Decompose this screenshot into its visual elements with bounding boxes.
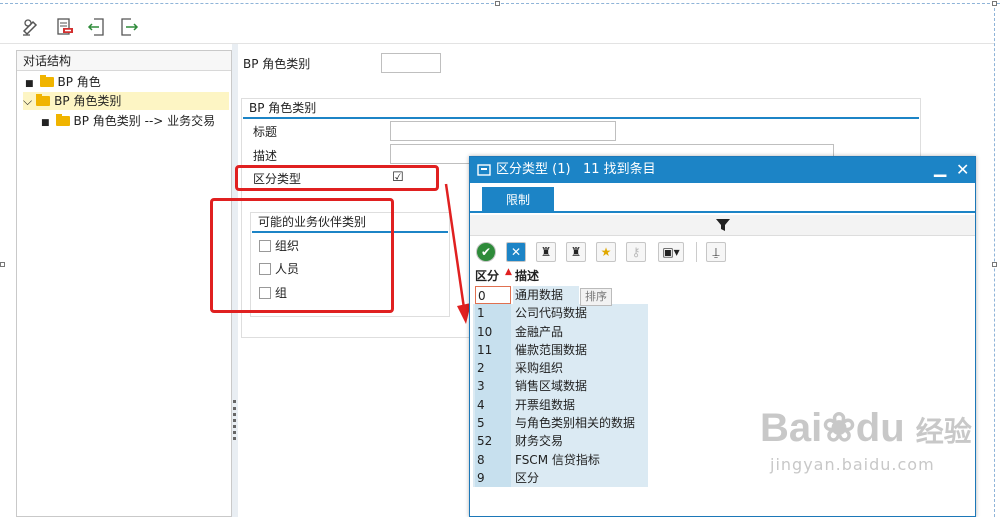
bp-role-category-input[interactable] <box>381 53 441 73</box>
resize-handle[interactable] <box>0 262 5 267</box>
folder-icon <box>39 75 54 87</box>
row-description: 通用数据 <box>513 286 579 305</box>
column-header-description[interactable]: 描述 <box>515 266 539 286</box>
role-category-group-title: BP 角色类别 <box>249 101 317 115</box>
tree-item-label: BP 角色类别 --> 业务交易 <box>73 114 216 128</box>
dialog-title-bar: 区分类型 (1) 11 找到条目 ▁ ✕ <box>470 157 975 183</box>
bp-role-category-label: BP 角色类别 <box>243 57 311 71</box>
dialog-title: 区分类型 (1) 11 找到条目 <box>496 162 656 177</box>
baidu-watermark: Bai❀du 经验 jingyan.baidu.com <box>760 405 980 495</box>
key-icon[interactable]: ⚷ <box>626 242 646 262</box>
dialog-structure-header: 对话结构 <box>17 51 231 71</box>
cancel-icon[interactable]: ✕ <box>506 242 526 262</box>
row-description: 金融产品 <box>515 324 564 339</box>
add-favorite-icon[interactable]: ★ <box>596 242 616 262</box>
row-code: 9 <box>475 468 511 488</box>
row-description: 催款范围数据 <box>515 342 588 357</box>
column-header-code[interactable]: 区分 <box>475 266 499 286</box>
result-list: 区分 ▲ 描述 0 通用数据 1 公司代码数据 10 金融产品 11 催款范围数据 2采… <box>473 266 648 488</box>
table-row[interactable]: 8 FSCM 信贷指标 <box>473 450 648 469</box>
table-row[interactable]: 3 销售区域数据 <box>473 377 648 396</box>
watermark-brand: Bai <box>760 406 823 450</box>
highlight-box-partner-categories <box>210 198 394 313</box>
dialog-tab-strip: 限制 <box>470 183 975 213</box>
splitter-grip-icon[interactable] <box>233 400 236 440</box>
chevron-down-icon[interactable]: ⌵ <box>23 94 32 108</box>
application-toolbar <box>0 6 994 44</box>
find-icon[interactable]: ♜ <box>536 242 556 262</box>
watermark-brand2: du <box>855 406 905 450</box>
row-description: 开票组数据 <box>515 397 576 412</box>
row-code: 11 <box>475 340 511 360</box>
tab-restrictions[interactable]: 限制 <box>482 187 554 213</box>
folder-icon <box>55 114 70 126</box>
paw-icon: ❀ <box>822 406 856 450</box>
table-row[interactable]: 1 公司代码数据 <box>473 304 648 323</box>
next-icon[interactable] <box>118 16 140 38</box>
filter-icon[interactable] <box>715 217 731 233</box>
row-description: FSCM 信贷指标 <box>515 452 600 467</box>
table-row[interactable]: 52 财务交易 <box>473 432 648 451</box>
row-code: 2 <box>475 359 511 378</box>
row-description: 区分 <box>515 470 540 485</box>
display-change-icon[interactable] <box>20 16 42 38</box>
row-code: 3 <box>475 377 511 396</box>
find-next-icon[interactable]: ♜ <box>566 242 586 262</box>
row-code: 8 <box>475 450 511 469</box>
pin-icon[interactable]: ⍊ <box>706 242 726 262</box>
restriction-toggle[interactable] <box>470 215 975 235</box>
row-code: 0 <box>475 286 511 305</box>
dialog-structure-panel: 对话结构 ■ BP 角色 ⌵ BP 角色类别 ■ BP 角色类别 --> 业务交易 <box>16 50 232 517</box>
minimize-icon[interactable]: ▁ <box>934 155 946 181</box>
folder-open-icon <box>36 94 51 106</box>
watermark-cn: 经验 <box>915 416 972 447</box>
table-row[interactable]: 2 采购组织 <box>473 359 648 378</box>
result-list-header: 区分 ▲ 描述 <box>473 266 648 286</box>
tree-item-label: BP 角色类别 <box>54 94 122 108</box>
sort-indicator-icon: ▲ <box>505 267 512 277</box>
table-row[interactable]: 0 通用数据 <box>473 286 648 305</box>
table-row[interactable]: 11 催款范围数据 <box>473 340 648 360</box>
previous-icon[interactable] <box>86 16 108 38</box>
resize-handle[interactable] <box>992 262 997 267</box>
row-description: 采购组织 <box>515 361 564 376</box>
row-code: 4 <box>475 395 511 415</box>
close-icon[interactable]: ✕ <box>956 157 969 183</box>
delete-icon[interactable] <box>54 16 76 38</box>
row-description: 销售区域数据 <box>515 379 588 394</box>
row-description: 公司代码数据 <box>515 306 588 321</box>
row-code: 10 <box>475 322 511 341</box>
bullet-icon: ■ <box>25 79 34 89</box>
description-label: 描述 <box>253 149 278 163</box>
table-row[interactable]: 9 区分 <box>473 468 648 488</box>
row-code: 1 <box>475 304 511 323</box>
tree-item-bp-role-category-transactions[interactable]: ■ BP 角色类别 --> 业务交易 <box>41 112 215 130</box>
row-description: 财务交易 <box>515 434 564 449</box>
frame-right-border <box>994 3 995 517</box>
frame-top-border <box>0 3 1000 4</box>
tree-item-bp-role-category[interactable]: ⌵ BP 角色类别 <box>23 92 229 110</box>
row-description: 与角色类别相关的数据 <box>515 416 636 431</box>
title-label: 标题 <box>253 125 278 139</box>
confirm-icon[interactable]: ✔ <box>476 242 496 262</box>
title-input[interactable] <box>390 121 616 141</box>
tree-item-bp-role[interactable]: ■ BP 角色 <box>25 73 101 91</box>
watermark-url: jingyan.baidu.com <box>770 455 935 474</box>
bullet-icon: ■ <box>41 118 50 128</box>
sort-tooltip: 排序 <box>580 288 612 306</box>
tree-item-label: BP 角色 <box>57 75 101 89</box>
row-code: 52 <box>475 432 511 451</box>
dialog-toolbar: ✔ ✕ ♜ ♜ ★ ⚷ ▣▾ ⍊ <box>470 235 975 265</box>
table-row[interactable]: 4 开票组数据 <box>473 395 648 415</box>
toolbar-divider <box>696 242 697 262</box>
table-row[interactable]: 5 与角色类别相关的数据 <box>473 414 648 433</box>
print-icon[interactable]: ▣▾ <box>658 242 684 262</box>
table-row[interactable]: 10 金融产品 <box>473 322 648 341</box>
group-title-underline <box>243 117 919 119</box>
highlight-box-diff-type <box>235 165 439 191</box>
row-code: 5 <box>475 414 511 433</box>
